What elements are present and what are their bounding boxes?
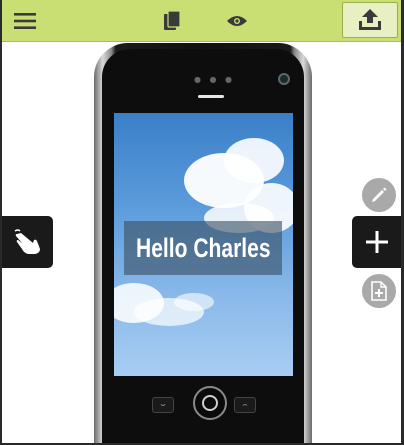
- export-button[interactable]: [342, 2, 398, 38]
- front-camera: [278, 73, 290, 85]
- interaction-tool-button[interactable]: [2, 216, 53, 268]
- add-element-button[interactable]: [352, 216, 401, 268]
- add-page-button[interactable]: [362, 274, 396, 308]
- earpiece: [198, 95, 224, 98]
- upload-icon: [359, 9, 381, 30]
- edit-button[interactable]: [362, 178, 396, 212]
- call-answer-button: ⌣: [152, 397, 174, 413]
- eye-icon: [227, 15, 247, 26]
- speaker-dots: ● ● ●: [194, 75, 236, 84]
- top-toolbar: [2, 0, 401, 42]
- home-button: [193, 386, 227, 420]
- pencil-icon: [372, 187, 387, 202]
- headline-textbox[interactable]: Hello Charles: [124, 221, 282, 275]
- cloud: [174, 293, 214, 311]
- home-ring: [202, 395, 218, 411]
- add-page-icon: [371, 281, 387, 301]
- pages-icon: [164, 10, 181, 30]
- preview-button[interactable]: [220, 0, 254, 41]
- pages-button[interactable]: [158, 0, 188, 41]
- headline-text: Hello Charles: [135, 232, 271, 263]
- phone-screen[interactable]: Hello Charles: [114, 113, 293, 376]
- hamburger-menu-icon: [14, 12, 36, 29]
- cloud: [224, 138, 284, 183]
- phone-bottom-controls: ⌣ ⌢: [102, 377, 304, 445]
- call-end-button: ⌢: [234, 397, 256, 413]
- plus-icon: [365, 231, 388, 253]
- hand-pointer-icon: [14, 229, 40, 254]
- menu-button[interactable]: [10, 0, 40, 41]
